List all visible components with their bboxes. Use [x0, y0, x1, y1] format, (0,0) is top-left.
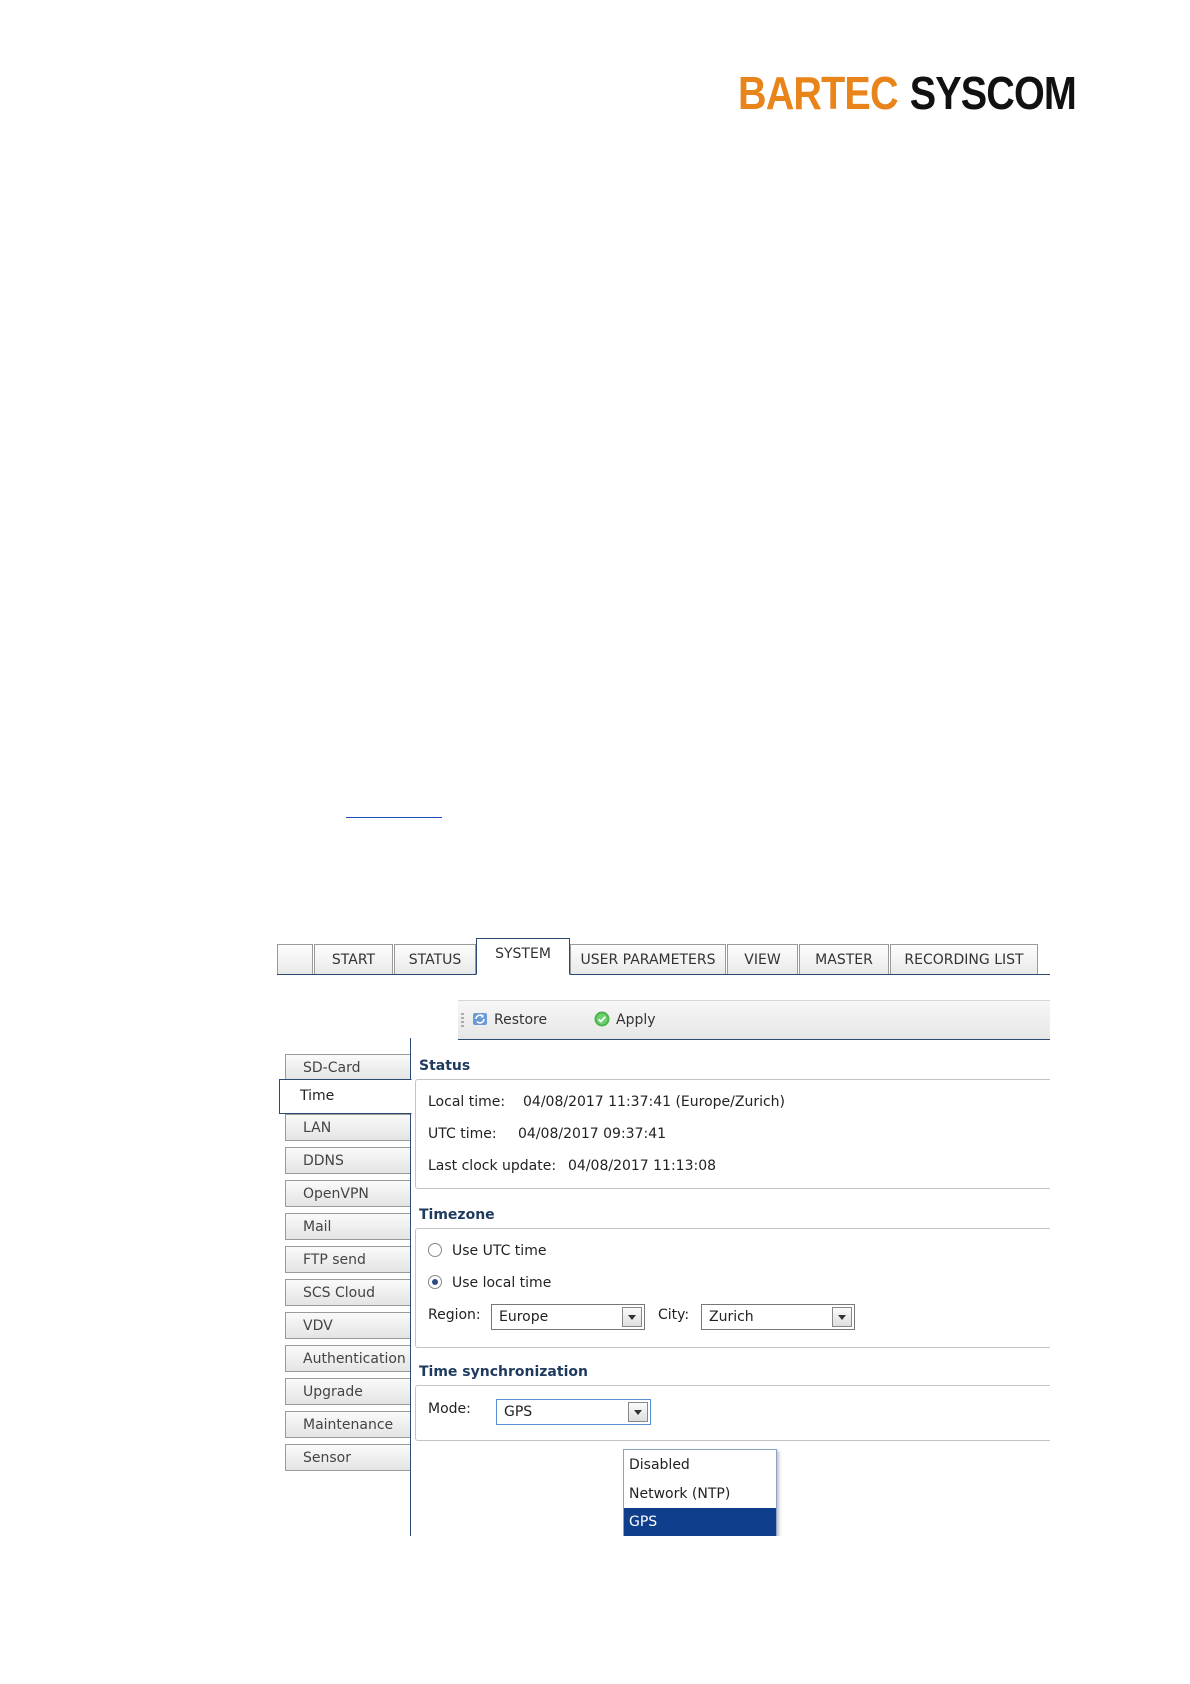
tab-master[interactable]: MASTER [799, 944, 889, 974]
use-local-label: Use local time [452, 1275, 552, 1291]
tab-recording-list[interactable]: RECORDING LIST [890, 944, 1038, 974]
sidebar-item-lan[interactable]: LAN [285, 1114, 411, 1141]
sidebar-item-upgrade[interactable]: Upgrade [285, 1378, 411, 1405]
use-local-option[interactable]: Use local time [428, 1275, 551, 1291]
chevron-down-icon[interactable] [622, 1307, 642, 1327]
refresh-icon [472, 1011, 488, 1027]
logo-syscom: SYSCOM [909, 67, 1077, 119]
sidebar-item-vdv[interactable]: VDV [285, 1312, 411, 1339]
use-local-radio[interactable] [428, 1275, 442, 1289]
city-select[interactable]: Zurich [701, 1304, 855, 1330]
use-utc-option[interactable]: Use UTC time [428, 1243, 546, 1259]
apply-button[interactable]: Apply [594, 1010, 656, 1030]
mode-label: Mode: [428, 1401, 471, 1417]
link-underline [346, 817, 442, 818]
toolbar: Restore Apply [458, 1000, 1050, 1040]
logo-bartec: BARTEC [738, 67, 899, 119]
timezone-section-title: Timezone [419, 1207, 495, 1223]
restore-button[interactable]: Restore [472, 1010, 547, 1030]
last-clock-update-row: Last clock update: 04/08/2017 11:13:08 [428, 1158, 716, 1174]
tab-start[interactable]: START [314, 944, 393, 974]
city-select-value: Zurich [709, 1309, 754, 1325]
region-select-value: Europe [499, 1309, 549, 1325]
sidebar-item-ddns[interactable]: DDNS [285, 1147, 411, 1174]
sidebar-item-sensor[interactable]: Sensor [285, 1444, 411, 1471]
sidebar-item-ftp-send[interactable]: FTP send [285, 1246, 411, 1273]
timezone-fieldset: Use UTC time Use local time Region: Euro… [415, 1228, 1050, 1348]
tab-bar-underline [277, 974, 1050, 975]
sidebar-item-sd-card[interactable]: SD-Card [285, 1054, 411, 1081]
status-section-title: Status [419, 1058, 471, 1074]
tab-hidden[interactable] [277, 944, 313, 974]
city-label: City: [658, 1307, 690, 1323]
utc-time-label: UTC time: [428, 1126, 497, 1142]
local-time-label: Local time: [428, 1094, 506, 1110]
tab-view[interactable]: VIEW [727, 944, 798, 974]
top-tab-bar: START STATUS SYSTEM USER PARAMETERS VIEW… [277, 936, 1050, 976]
check-icon [594, 1011, 610, 1027]
mode-option-disabled[interactable]: Disabled [624, 1451, 776, 1479]
apply-label: Apply [616, 1012, 656, 1028]
sidebar-item-maintenance[interactable]: Maintenance [285, 1411, 411, 1438]
chevron-down-icon[interactable] [628, 1402, 648, 1422]
status-fieldset: Local time: 04/08/2017 11:37:41 (Europe/… [415, 1079, 1050, 1189]
mode-select-value: GPS [504, 1404, 533, 1420]
mode-dropdown-list: Disabled Network (NTP) GPS [623, 1449, 777, 1536]
local-time-row: Local time: 04/08/2017 11:37:41 (Europe/… [428, 1094, 785, 1110]
bartec-syscom-logo: BARTEC SYSCOM [738, 66, 1077, 120]
mode-option-gps[interactable]: GPS [624, 1508, 776, 1536]
use-utc-radio[interactable] [428, 1243, 442, 1257]
sidebar-item-mail[interactable]: Mail [285, 1213, 411, 1240]
mode-select[interactable]: GPS [496, 1399, 651, 1425]
sidebar-item-time[interactable]: Time [279, 1079, 412, 1114]
utc-time-value: 04/08/2017 09:37:41 [518, 1126, 667, 1142]
local-time-value: 04/08/2017 11:37:41 (Europe/Zurich) [523, 1094, 786, 1110]
sidebar-item-openvpn[interactable]: OpenVPN [285, 1180, 411, 1207]
time-sync-fieldset: Mode: GPS [415, 1385, 1050, 1441]
sidebar-item-scs-cloud[interactable]: SCS Cloud [285, 1279, 411, 1306]
restore-label: Restore [494, 1012, 548, 1028]
sidebar-item-authentication[interactable]: Authentication [285, 1345, 411, 1372]
use-utc-label: Use UTC time [452, 1243, 547, 1259]
last-clock-update-label: Last clock update: [428, 1158, 557, 1174]
tab-status[interactable]: STATUS [394, 944, 476, 974]
time-sync-section-title: Time synchronization [419, 1364, 588, 1380]
region-select[interactable]: Europe [491, 1304, 645, 1330]
web-ui-screenshot: START STATUS SYSTEM USER PARAMETERS VIEW… [277, 936, 1050, 1536]
mode-option-ntp[interactable]: Network (NTP) [624, 1480, 776, 1508]
chevron-down-icon[interactable] [832, 1307, 852, 1327]
last-clock-update-value: 04/08/2017 11:13:08 [568, 1158, 717, 1174]
tab-system[interactable]: SYSTEM [476, 938, 570, 975]
toolbar-grip [461, 1013, 464, 1029]
utc-time-row: UTC time: 04/08/2017 09:37:41 [428, 1126, 666, 1142]
region-label: Region: [428, 1307, 481, 1323]
tab-user-parameters[interactable]: USER PARAMETERS [570, 944, 726, 974]
